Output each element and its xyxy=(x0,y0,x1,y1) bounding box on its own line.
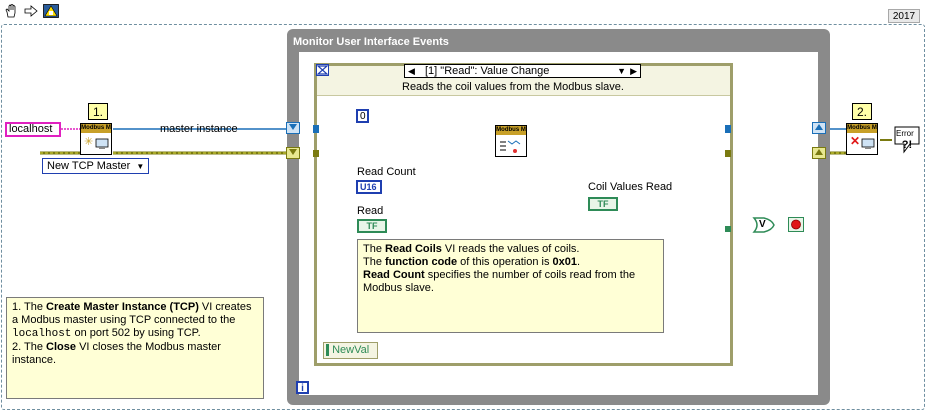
stop-icon xyxy=(791,219,801,230)
newval-terminal[interactable]: NewVal xyxy=(323,342,378,359)
vi-title: Modbus M xyxy=(496,126,526,135)
event-error-tunnel-out xyxy=(725,150,731,157)
computer-icon xyxy=(861,138,875,149)
close-vi[interactable]: Modbus M ✕ xyxy=(846,123,878,155)
read-coils-vi[interactable]: Modbus M xyxy=(495,125,527,157)
coil-values-indicator[interactable]: TF xyxy=(588,197,618,211)
event-case-selector[interactable]: ◀ [1] "Read": Value Change ▼ ▶ xyxy=(404,64,641,78)
read-count-label: Read Count xyxy=(357,166,416,178)
wire-label-master-instance: master instance xyxy=(160,123,238,135)
or-gate-label: V xyxy=(759,219,766,230)
event-error-tunnel-in xyxy=(313,150,319,157)
highlight-execution-icon[interactable] xyxy=(42,2,60,20)
simple-error-handler-vi[interactable]: ?! Error xyxy=(892,124,922,156)
newval-label: NewVal xyxy=(332,344,370,356)
error-label: Error xyxy=(896,129,914,138)
vi-title: Modbus M xyxy=(847,124,877,133)
close-x-icon: ✕ xyxy=(850,134,861,148)
hand-icon[interactable] xyxy=(2,2,20,20)
read-label: Read xyxy=(357,205,384,217)
read-count-control[interactable]: U16 xyxy=(356,180,382,194)
iteration-terminal[interactable]: i xyxy=(296,381,309,394)
read-coils-note: The Read Coils VI reads the values of co… xyxy=(357,239,664,333)
vi-title: Modbus M xyxy=(81,124,111,133)
svg-text:?!: ?! xyxy=(902,139,912,151)
loop-error-shift-register-left-icon[interactable] xyxy=(286,147,300,159)
create-master-note: 1. The Create Master Instance (TCP) VI c… xyxy=(6,297,264,399)
new-star-icon: ✳ xyxy=(84,136,94,148)
address-constant[interactable]: localhost xyxy=(5,122,61,137)
event-boolean-tunnel-out xyxy=(725,226,731,232)
tcp-master-selector-label: New TCP Master xyxy=(47,160,131,172)
terminal-marker xyxy=(326,344,329,357)
event-tunnel-in xyxy=(313,125,319,133)
loop-error-shift-register-right-icon[interactable] xyxy=(812,147,826,159)
start-address-constant[interactable]: 0 xyxy=(356,109,369,123)
selector-right-arrow-icon[interactable]: ▶ xyxy=(630,65,637,78)
stop-terminal[interactable] xyxy=(788,217,804,232)
computer-icon xyxy=(95,138,109,149)
loop-shift-register-right-icon[interactable] xyxy=(812,122,826,134)
arrow-right-icon[interactable] xyxy=(22,2,40,20)
tcp-master-selector[interactable]: New TCP Master ▼ xyxy=(42,158,150,174)
event-tunnel-out xyxy=(725,125,731,133)
read-button-terminal[interactable]: TF xyxy=(357,219,387,233)
loop-shift-register-left-icon[interactable] xyxy=(286,122,300,134)
step-1-label: 1. xyxy=(88,103,108,120)
event-description: Reads the coil values from the Modbus sl… xyxy=(402,81,624,93)
timeout-terminal-icon[interactable] xyxy=(316,64,329,76)
selector-down-arrow-icon[interactable]: ▼ xyxy=(617,65,626,78)
selector-label: [1] "Read": Value Change xyxy=(425,65,550,77)
coil-values-read-label: Coil Values Read xyxy=(588,181,673,193)
version-badge: 2017 xyxy=(888,9,920,23)
create-master-vi[interactable]: Modbus M ✳ xyxy=(80,123,112,155)
step-2-label: 2. xyxy=(852,103,872,120)
chevron-down-icon: ▼ xyxy=(136,162,145,171)
toolbar xyxy=(2,2,66,22)
read-coils-icon xyxy=(500,140,521,153)
selector-left-arrow-icon[interactable]: ◀ xyxy=(408,65,415,78)
loop-title: Monitor User Interface Events xyxy=(293,36,449,48)
